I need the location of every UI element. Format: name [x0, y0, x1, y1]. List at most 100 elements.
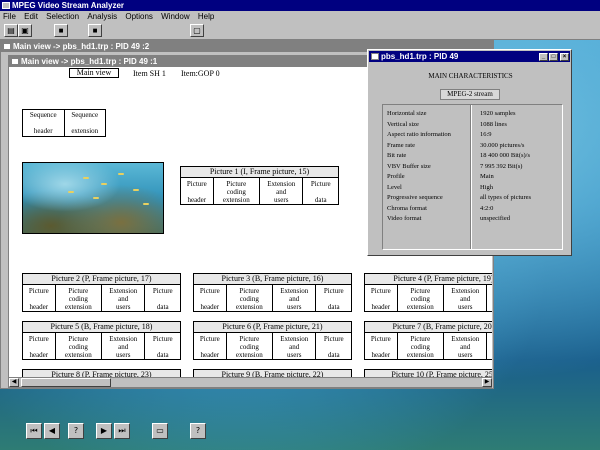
picture-data-cell[interactable]: Picture data — [303, 178, 338, 204]
help-button[interactable]: ? — [68, 423, 84, 439]
query-button[interactable]: ? — [190, 423, 206, 439]
extension-users-cell[interactable]: Extension and users — [102, 285, 146, 311]
extension-users-cell[interactable]: Extension and users — [444, 285, 488, 311]
picture-box[interactable]: Picture 1 (I, Frame picture, 15) Picture … — [180, 166, 339, 205]
minimize-icon: _ — [541, 54, 546, 60]
picture-cells: Picture header Picture coding extension Exte… — [193, 333, 352, 360]
first-button[interactable]: ⏮ — [26, 423, 42, 439]
picture-data-cell[interactable]: Picture data — [316, 333, 351, 359]
sequence-box[interactable]: Sequence header Sequence extension — [22, 109, 106, 137]
cell-text: data — [487, 303, 492, 311]
scroll-right-button[interactable]: ▶ — [482, 378, 492, 387]
picture-title: Picture 4 (P, Frame picture, 19) — [364, 273, 492, 285]
last-icon: ⏭ — [118, 426, 126, 435]
picture-coding-extension-cell[interactable]: Picture coding extension — [214, 178, 260, 204]
scroll-left-button[interactable]: ◀ — [9, 378, 19, 387]
picture-data-cell[interactable]: Picture data — [145, 285, 180, 311]
menu-edit[interactable]: Edit — [21, 11, 41, 22]
menu-options[interactable]: Options — [122, 11, 156, 22]
cell-text — [145, 343, 180, 351]
picture-box[interactable]: Picture 4 (P, Frame picture, 19) Picture … — [364, 273, 492, 312]
menu-analysis[interactable]: Analysis — [84, 11, 120, 22]
menu-window[interactable]: Window — [158, 11, 192, 22]
cell-text: Picture — [28, 287, 49, 295]
picture-button[interactable]: ■ — [88, 24, 102, 37]
item-sh-label: Item SH 1 — [133, 69, 166, 78]
picture-cells: Picture header Picture coding extension Exte… — [22, 285, 181, 312]
picture-data-cell[interactable]: Picture data — [145, 333, 180, 359]
cell-text: Picture — [370, 287, 391, 295]
extension-users-cell[interactable]: Extension and users — [273, 333, 317, 359]
maximize-button[interactable]: □ — [549, 53, 558, 61]
picture-box[interactable]: Picture 6 (P, Frame picture, 21) Picture … — [193, 321, 352, 360]
menu-help[interactable]: Help — [195, 11, 217, 22]
fish-shape — [93, 197, 99, 199]
picture-coding-extension-cell[interactable]: Picture coding extension — [56, 285, 102, 311]
minimize-button[interactable]: _ — [539, 53, 548, 61]
picture-header-cell[interactable]: Picture header — [23, 285, 56, 311]
cell-text: Extension — [109, 335, 138, 343]
last-button[interactable]: ⏭ — [114, 423, 130, 439]
next-button[interactable]: ▶ — [96, 423, 112, 439]
cell-text: coding — [68, 343, 88, 351]
main-view-button[interactable]: Main view — [69, 68, 119, 78]
picture-box[interactable]: Picture 7 (B, Frame picture, 20) Picture … — [364, 321, 492, 360]
picture-header-cell[interactable]: Picture header — [365, 285, 398, 311]
cell-text: coding — [68, 295, 88, 303]
scroll-thumb[interactable] — [21, 378, 111, 387]
picture-box[interactable]: Picture 3 (B, Frame picture, 16) Picture … — [193, 273, 352, 312]
cell-text: Picture — [239, 287, 260, 295]
picture-data-cell[interactable]: Picture data — [316, 285, 351, 311]
sequence-extension-cell[interactable]: Sequence extension — [65, 110, 106, 136]
window-button[interactable]: ▭ — [152, 423, 168, 439]
cell-text: users — [274, 196, 289, 204]
menu-selection[interactable]: Selection — [43, 11, 82, 22]
print-button[interactable]: ▣ — [18, 24, 32, 37]
cell-text: extension — [406, 351, 434, 359]
picture-coding-extension-cell[interactable]: Picture coding extension — [227, 285, 273, 311]
picture-cells: Picture header Picture coding extension Exte… — [22, 333, 181, 360]
cell-text: Extension — [109, 287, 138, 295]
picture-coding-extension-cell[interactable]: Picture coding extension — [56, 333, 102, 359]
picture-coding-extension-cell[interactable]: Picture coding extension — [227, 333, 273, 359]
picture-data-cell[interactable]: Picture data — [487, 285, 492, 311]
picture-box[interactable]: Picture 5 (B, Frame picture, 18) Picture … — [22, 321, 181, 360]
cell-text: Picture — [68, 287, 89, 295]
arrow-left-icon: ◀ — [11, 379, 17, 385]
video-button[interactable]: ■ — [54, 24, 68, 37]
picture-box[interactable]: Picture 2 (P, Frame picture, 17) Picture … — [22, 273, 181, 312]
cell-text: header — [371, 303, 391, 311]
sequence-header-cell[interactable]: Sequence header — [23, 110, 65, 136]
picture-header-cell[interactable]: Picture header — [181, 178, 214, 204]
extension-users-cell[interactable]: Extension and users — [102, 333, 146, 359]
fish-shape — [68, 191, 74, 193]
picture-header-cell[interactable]: Picture header — [365, 333, 398, 359]
picture-cells: Picture header Picture coding extension Exte… — [364, 333, 492, 360]
previous-button[interactable]: ◀ — [44, 423, 60, 439]
help-icon: ? — [73, 426, 79, 435]
characteristic-value: High — [480, 183, 493, 191]
fish-shape — [118, 173, 124, 175]
close-button[interactable]: × — [560, 53, 569, 61]
characteristic-label: Vertical size — [387, 120, 419, 128]
info-button[interactable]: ▢ — [190, 24, 204, 37]
picture-cells: Picture header Picture coding extension Exte… — [180, 178, 339, 205]
cell-text: Picture — [310, 180, 331, 188]
picture-coding-extension-cell[interactable]: Picture coding extension — [398, 285, 444, 311]
picture-data-cell[interactable]: Picture data — [487, 333, 492, 359]
extension-users-cell[interactable]: Extension and users — [260, 178, 304, 204]
picture-header-cell[interactable]: Picture header — [23, 333, 56, 359]
extension-users-cell[interactable]: Extension and users — [273, 285, 317, 311]
extension-users-cell[interactable]: Extension and users — [444, 333, 488, 359]
fish-shape — [133, 189, 139, 191]
open-file-button[interactable]: ▤ — [4, 24, 18, 37]
picture-coding-extension-cell[interactable]: Picture coding extension — [398, 333, 444, 359]
picture-header-cell[interactable]: Picture header — [194, 285, 227, 311]
picture-header-cell[interactable]: Picture header — [194, 333, 227, 359]
horizontal-scrollbar[interactable]: ◀ ▶ — [9, 377, 492, 387]
cell-text — [194, 343, 226, 351]
cell-text: extension — [235, 303, 263, 311]
menu-file[interactable]: File — [0, 11, 19, 22]
cell-text: users — [116, 303, 131, 311]
cell-text: extension — [64, 303, 92, 311]
